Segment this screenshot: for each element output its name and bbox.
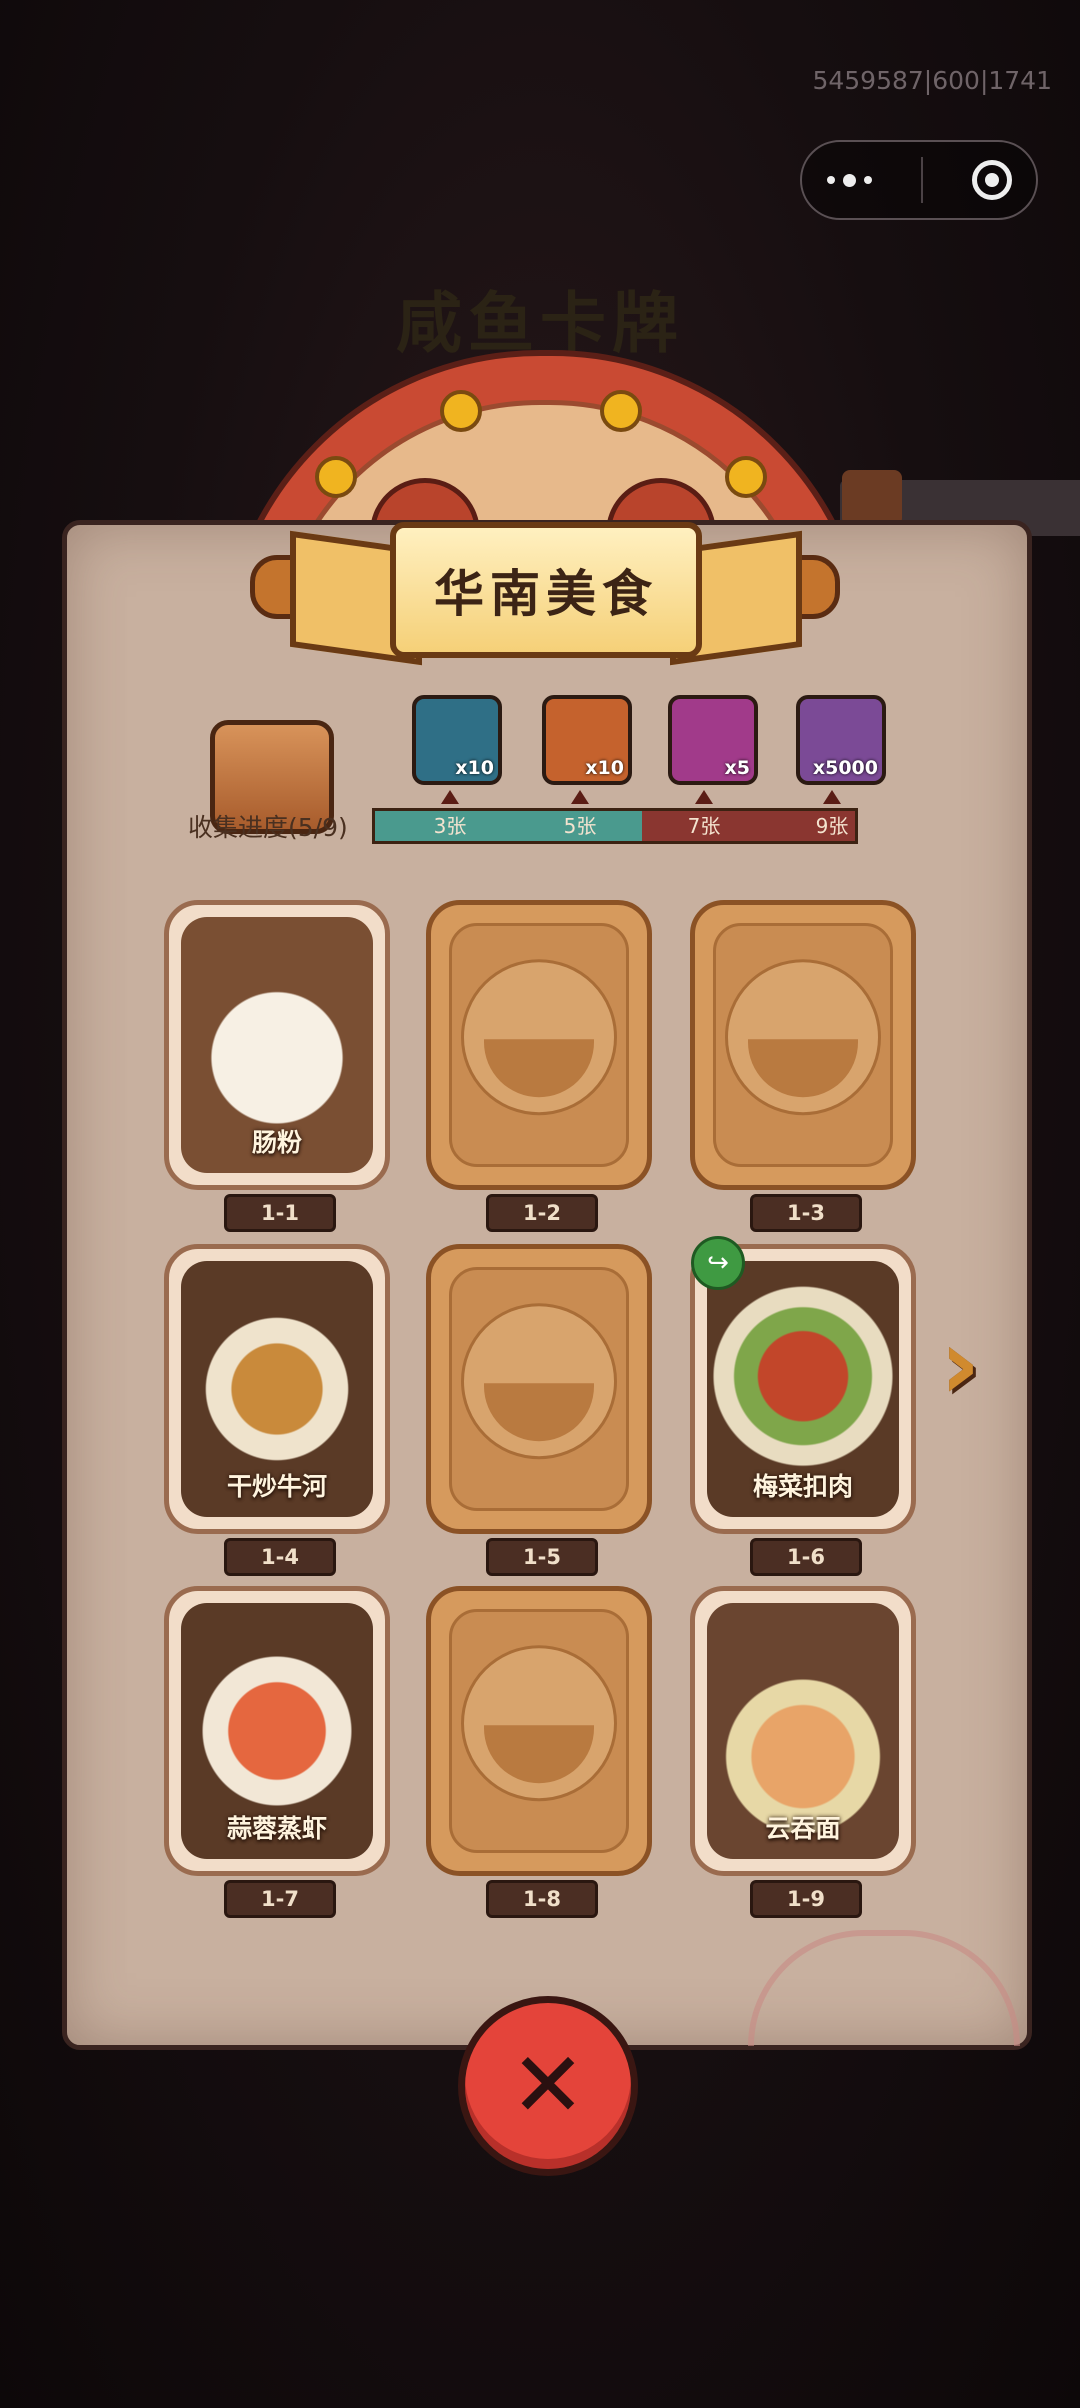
reward-count: x5 — [724, 757, 750, 779]
card-number-tag: 1-3 — [750, 1194, 862, 1232]
target-icon[interactable] — [971, 160, 1012, 200]
food-card-1-4[interactable]: 干炒牛河 — [164, 1244, 390, 1534]
reward-count: x10 — [455, 757, 494, 779]
food-card-1-3[interactable] — [690, 900, 916, 1190]
locked-card-inner — [449, 1267, 629, 1511]
card-number-tag: 1-5 — [486, 1538, 598, 1576]
debug-id-text: 5459587|600|1741 — [812, 66, 1052, 95]
locked-card-inner — [449, 923, 629, 1167]
food-card-1-9[interactable]: 云吞面 — [690, 1586, 916, 1876]
crystal-gem-icon[interactable]: x5000 — [796, 695, 886, 785]
close-x-icon: ✕ — [510, 2033, 586, 2138]
food-card-1-2[interactable] — [426, 900, 652, 1190]
card-number-tag: 1-4 — [224, 1538, 336, 1576]
milestone-label: 9张 — [815, 814, 849, 838]
food-card-name: 云吞面 — [765, 1814, 841, 1843]
milestone-marker — [695, 790, 713, 804]
reward-count: x5000 — [812, 757, 878, 779]
food-card-1-7[interactable]: 蒜蓉蒸虾 — [164, 1586, 390, 1876]
category-banner: 华南美食 — [390, 522, 702, 658]
close-button[interactable]: ✕ — [458, 1996, 638, 2176]
card-number-tag: 1-2 — [486, 1194, 598, 1232]
collection-progress-label: 收集进度(5/9) — [188, 813, 348, 842]
swirl-orb-icon[interactable]: x5 — [668, 695, 758, 785]
food-card-name: 梅菜扣肉 — [752, 1472, 853, 1501]
mini-program-capsule — [800, 140, 1038, 220]
share-icon[interactable]: ↪ — [691, 1236, 745, 1290]
food-card-name: 肠粉 — [251, 1128, 302, 1157]
locked-card-inner — [713, 923, 893, 1167]
gold-stud-icon — [725, 456, 767, 498]
category-title: 华南美食 — [434, 565, 658, 623]
more-dots-icon[interactable] — [826, 173, 872, 187]
milestone-marker — [823, 790, 841, 804]
collection-progress-fill — [375, 811, 642, 841]
locked-card-inner — [449, 1609, 629, 1853]
gold-stud-icon — [600, 390, 642, 432]
card-number-tag: 1-8 — [486, 1880, 598, 1918]
background-chest-icon — [842, 470, 902, 526]
food-card-1-5[interactable] — [426, 1244, 652, 1534]
milestone-label: 3张 — [433, 814, 467, 838]
card-number-tag: 1-9 — [750, 1880, 862, 1918]
scroll-ticket-icon[interactable]: x10 — [542, 695, 632, 785]
next-page-arrow-icon[interactable]: › — [940, 1310, 1004, 1420]
food-card-1-8[interactable] — [426, 1586, 652, 1876]
food-card-1-1[interactable]: 肠粉 — [164, 900, 390, 1190]
reward-count: x10 — [585, 757, 624, 779]
capsule-divider — [920, 157, 923, 203]
milestone-marker — [571, 790, 589, 804]
milestone-marker — [441, 790, 459, 804]
treasure-chest-icon[interactable]: x10 — [412, 695, 502, 785]
gold-stud-icon — [440, 390, 482, 432]
card-number-tag: 1-6 — [750, 1538, 862, 1576]
food-card-name: 干炒牛河 — [226, 1472, 327, 1501]
food-card-name: 蒜蓉蒸虾 — [226, 1814, 327, 1843]
gold-stud-icon — [315, 456, 357, 498]
card-number-tag: 1-7 — [224, 1880, 336, 1918]
card-number-tag: 1-1 — [224, 1194, 336, 1232]
milestone-label: 5张 — [563, 814, 597, 838]
milestone-label: 7张 — [687, 814, 721, 838]
